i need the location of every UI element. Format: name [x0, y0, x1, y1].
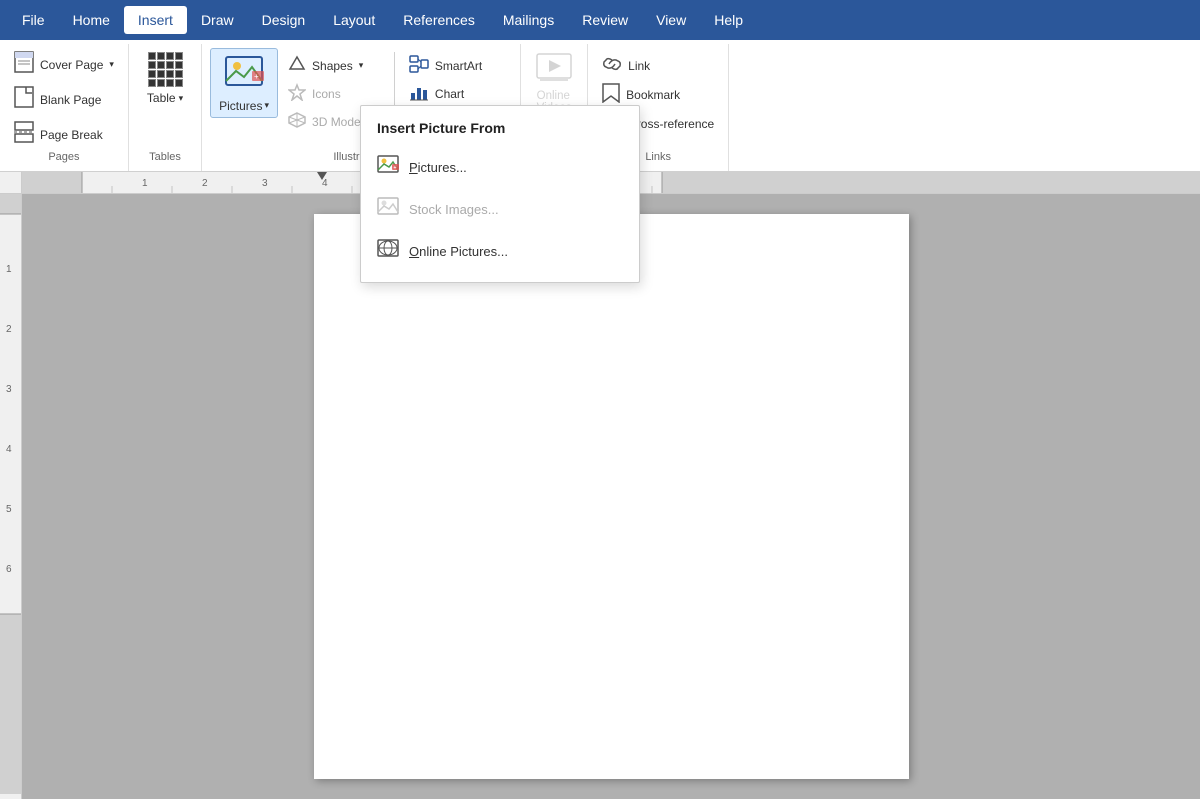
- smartart-label: SmartArt: [435, 59, 482, 73]
- link-icon: [602, 55, 622, 76]
- menu-view[interactable]: View: [642, 6, 700, 34]
- page-break-button[interactable]: Page Break: [8, 118, 120, 151]
- pictures-icon: +: [224, 53, 264, 97]
- shapes-icon: [288, 55, 306, 76]
- cover-page-caret: ▾: [109, 59, 114, 70]
- ruler-vertical: 1 2 3 4 5 6: [0, 194, 22, 799]
- chart-icon: [409, 83, 429, 104]
- menu-review[interactable]: Review: [568, 6, 642, 34]
- menu-file[interactable]: File: [8, 6, 59, 34]
- chart-label: Chart: [435, 87, 464, 101]
- table-grid-icon: [148, 52, 183, 87]
- tables-label: Tables: [149, 151, 181, 167]
- stock-images-label: Stock Images...: [409, 202, 499, 217]
- bookmark-label: Bookmark: [626, 88, 680, 102]
- smartart-icon: [409, 55, 429, 76]
- document-canvas: [22, 194, 1200, 799]
- blank-page-button[interactable]: Blank Page: [8, 83, 120, 116]
- ribbon-group-pages: Cover Page ▾ Blank Page Page Break Page: [0, 44, 129, 171]
- svg-text:1: 1: [6, 264, 12, 275]
- online-videos-icon: [536, 53, 572, 88]
- ruler-corner: [0, 172, 22, 194]
- menu-layout[interactable]: Layout: [319, 6, 389, 34]
- svg-text:4: 4: [6, 444, 12, 455]
- svg-text:2: 2: [202, 178, 208, 189]
- ribbon-group-tables: Table ▾ Tables: [129, 44, 202, 171]
- document-page[interactable]: [314, 214, 909, 779]
- shapes-label: Shapes: [312, 59, 353, 73]
- tables-content: Table ▾: [137, 48, 193, 151]
- svg-text:+: +: [254, 72, 259, 81]
- blank-page-label: Blank Page: [40, 93, 101, 107]
- pictures-dropdown-label: Pictures...: [409, 160, 467, 175]
- pages-label: Pages: [48, 151, 79, 167]
- table-button[interactable]: Table ▾: [137, 48, 193, 109]
- icons-button[interactable]: Icons: [282, 80, 386, 107]
- cover-page-icon: [14, 51, 34, 78]
- svg-text:2: 2: [6, 324, 12, 335]
- pictures-button[interactable]: + Pictures ▾: [210, 48, 278, 118]
- chart-button[interactable]: Chart: [403, 80, 512, 107]
- menu-home[interactable]: Home: [59, 6, 124, 34]
- cross-reference-label: Cross-reference: [628, 117, 714, 131]
- online-pictures-icon: [377, 238, 399, 264]
- menu-references[interactable]: References: [389, 6, 489, 34]
- svg-text:3: 3: [262, 178, 268, 189]
- svg-text:5: 5: [6, 504, 12, 515]
- table-label: Table: [147, 91, 176, 105]
- menu-help[interactable]: Help: [700, 6, 757, 34]
- menu-insert[interactable]: Insert: [124, 6, 187, 34]
- dropdown-item-stock-images[interactable]: Stock Images...: [361, 188, 639, 230]
- pictures-caret: ▾: [264, 100, 269, 111]
- pages-content: Cover Page ▾ Blank Page Page Break: [8, 48, 120, 151]
- svg-text:4: 4: [322, 178, 328, 189]
- dropdown-title: Insert Picture From: [361, 106, 639, 146]
- pictures-dropdown-icon: +: [377, 154, 399, 180]
- stock-images-icon: [377, 196, 399, 222]
- 3d-models-icon: [288, 111, 306, 132]
- menu-mailings[interactable]: Mailings: [489, 6, 568, 34]
- pictures-label: Pictures: [219, 99, 262, 113]
- dropdown-item-pictures[interactable]: + Pictures...: [361, 146, 639, 188]
- menu-draw[interactable]: Draw: [187, 6, 248, 34]
- svg-text:1: 1: [142, 178, 148, 189]
- menu-design[interactable]: Design: [248, 6, 320, 34]
- svg-text:3: 3: [6, 384, 12, 395]
- shapes-button[interactable]: Shapes ▾: [282, 52, 386, 79]
- menu-bar: File Home Insert Draw Design Layout Refe…: [0, 0, 1200, 40]
- bookmark-icon: [602, 83, 620, 106]
- document-scroll-area: 1 2 3 4 5 6: [0, 194, 1200, 799]
- cover-page-button[interactable]: Cover Page ▾: [8, 48, 120, 81]
- dropdown-item-online-pictures[interactable]: Online Pictures...: [361, 230, 639, 272]
- svg-text:+: +: [394, 165, 397, 171]
- table-caret: ▾: [179, 93, 184, 104]
- blank-page-icon: [14, 86, 34, 113]
- link-label: Link: [628, 59, 650, 73]
- page-break-icon: [14, 121, 34, 148]
- online-pictures-label: Online Pictures...: [409, 244, 508, 259]
- insert-picture-dropdown: Insert Picture From + Pictures... Stock …: [360, 105, 640, 283]
- page-break-label: Page Break: [40, 128, 103, 142]
- svg-text:6: 6: [6, 564, 12, 575]
- smartart-button[interactable]: SmartArt: [403, 52, 512, 79]
- links-label: Links: [645, 151, 671, 167]
- icons-label: Icons: [312, 87, 341, 101]
- link-button[interactable]: Link: [596, 52, 720, 79]
- shapes-caret: ▾: [359, 60, 364, 71]
- icons-icon: [288, 83, 306, 104]
- cover-page-label: Cover Page: [40, 58, 103, 72]
